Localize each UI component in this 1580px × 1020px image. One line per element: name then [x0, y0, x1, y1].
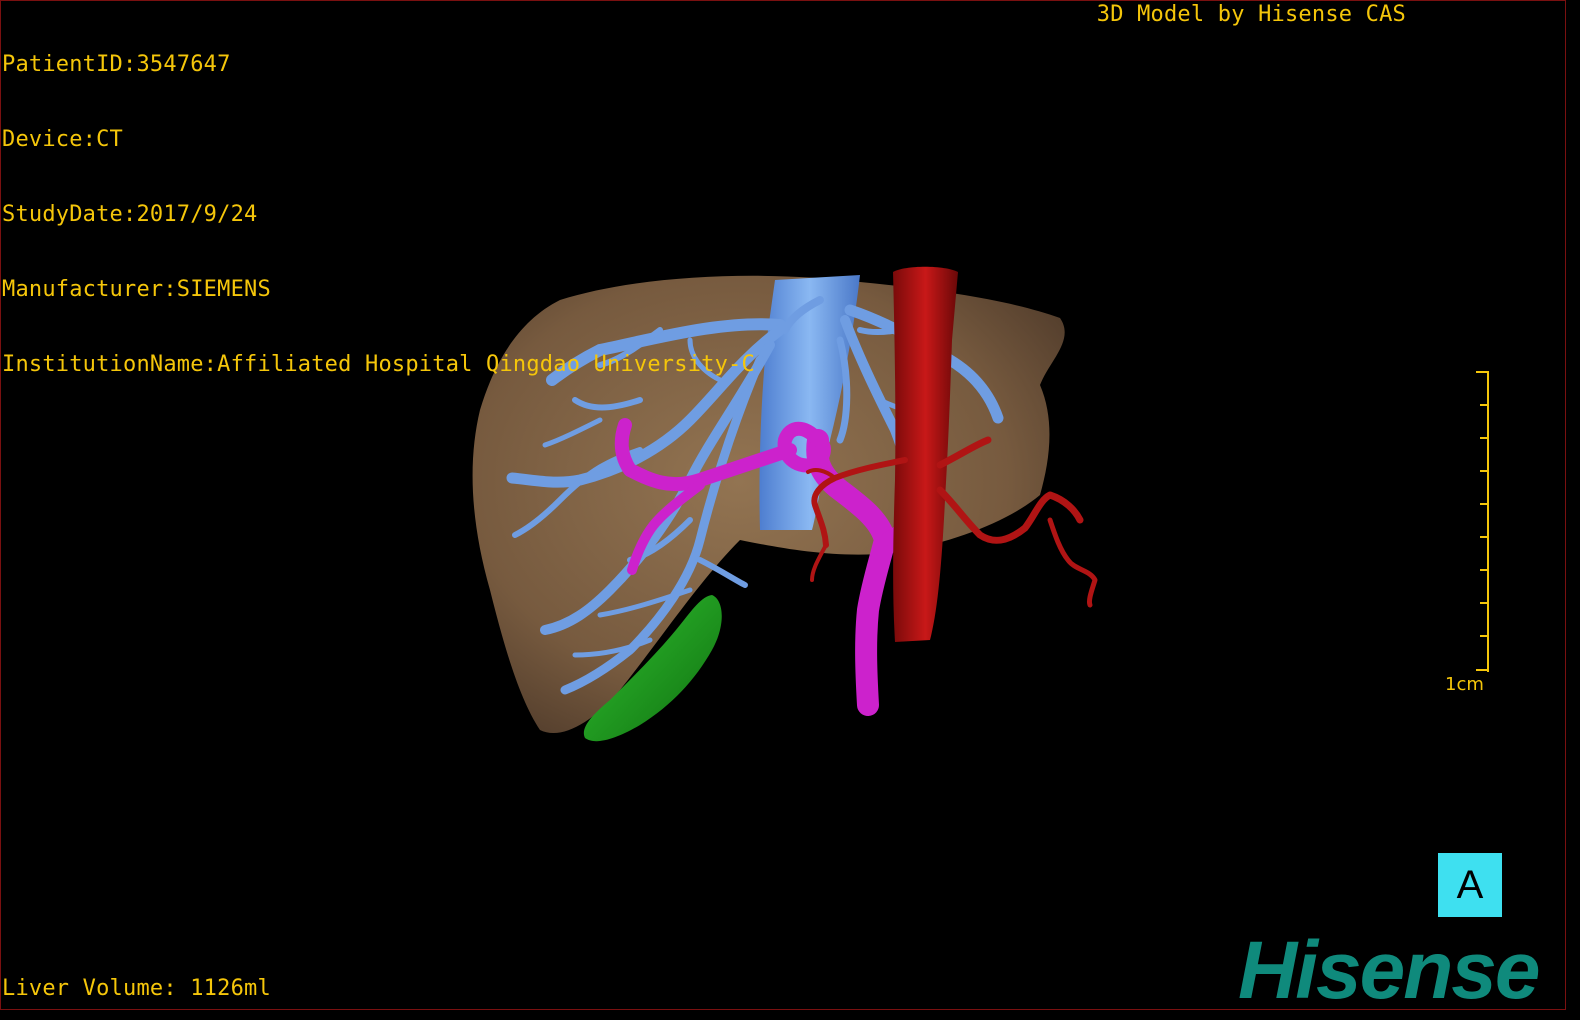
manufacturer-text: Manufacturer:SIEMENS [2, 277, 271, 302]
study-date-text: StudyDate:2017/9/24 [2, 202, 258, 227]
patient-id-text: PatientID:3547647 [2, 52, 231, 77]
orientation-cube-icon[interactable]: A [1438, 853, 1502, 917]
model-credit-text: 3D Model by Hisense CAS [1096, 2, 1406, 27]
device-text: Device:CT [2, 127, 124, 152]
scale-bar-label: 1cm [1445, 674, 1484, 695]
liver-volume-text: Liver Volume: 1126ml [2, 976, 271, 1001]
hisense-logo: Hisense [1238, 925, 1541, 1016]
study-info-overlay: PatientID:3547647 Device:CT StudyDate:20… [2, 2, 755, 402]
institution-text: InstitutionName:Affiliated Hospital Qing… [2, 352, 755, 377]
scale-bar [1476, 371, 1489, 672]
